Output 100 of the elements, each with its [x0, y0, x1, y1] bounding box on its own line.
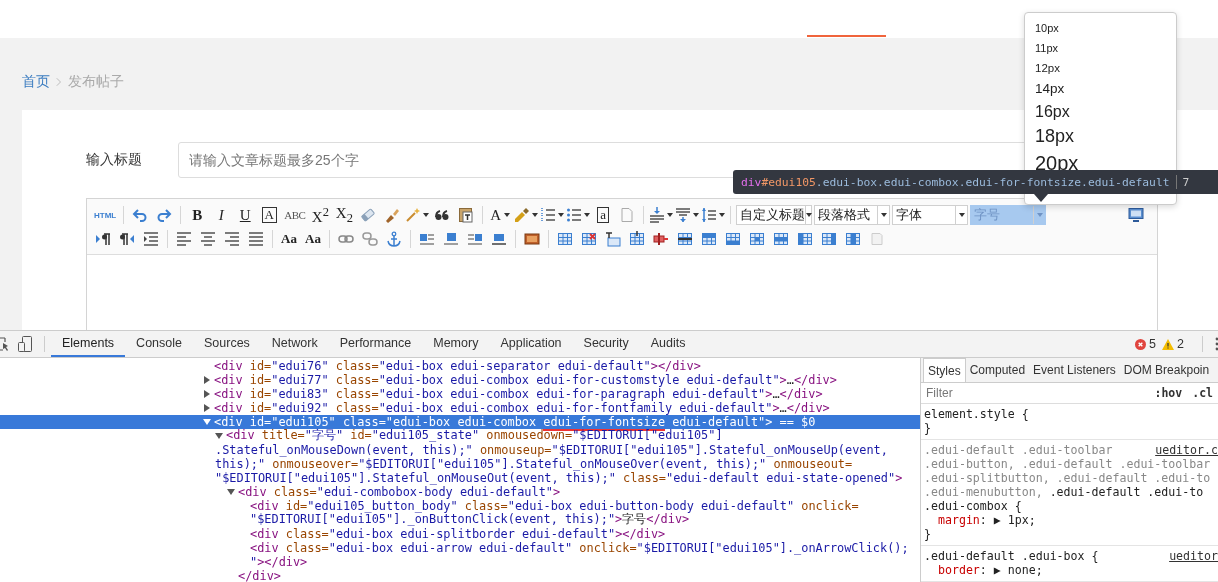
more-menu-icon[interactable] — [1215, 337, 1218, 351]
format-button[interactable]: I — [210, 205, 233, 225]
insert-row-icon[interactable] — [629, 231, 645, 247]
quote-icon[interactable] — [434, 207, 451, 223]
caret-icon[interactable] — [423, 213, 430, 217]
line-height-icon[interactable] — [701, 207, 718, 223]
insert-column-icon[interactable] — [677, 231, 693, 247]
breadcrumb-link[interactable]: 首页 — [22, 73, 50, 91]
selected-node-row[interactable]: <div id="edui105" class="edui-box edui-combox edui-for-fontsize edui-default"> == $0 — [0, 415, 920, 429]
delete-table-icon[interactable] — [581, 231, 597, 247]
disclosure-triangle-icon[interactable] — [227, 488, 235, 496]
broken-chain-icon[interactable] — [362, 231, 378, 247]
font-size-option[interactable]: 11px — [1025, 38, 1176, 58]
caret-icon[interactable] — [719, 213, 726, 217]
caret-icon[interactable] — [558, 213, 565, 217]
caret-icon[interactable] — [693, 213, 700, 217]
font-size-option[interactable]: 10px — [1025, 18, 1176, 38]
table-icon[interactable] — [797, 231, 813, 247]
caret-icon[interactable] — [532, 213, 539, 217]
delete-row-icon[interactable] — [653, 231, 669, 247]
picture-icon[interactable] — [524, 231, 540, 247]
css-line: .edui-menubutton, .edui-default .edui-to — [924, 485, 1204, 499]
format-button[interactable]: HTML — [92, 205, 119, 225]
format-button[interactable]: U — [234, 205, 257, 225]
tooltip-pointer — [1034, 194, 1048, 202]
format-button[interactable]: B — [186, 205, 209, 225]
styles-tab[interactable]: Computed — [965, 358, 1030, 382]
table-icon[interactable] — [749, 231, 765, 247]
align-left-icon[interactable] — [176, 231, 192, 247]
table-icon[interactable] — [773, 231, 789, 247]
style-toggle[interactable]: :hov — [1149, 386, 1188, 400]
align-right-icon[interactable] — [224, 231, 240, 247]
caret-icon[interactable] — [584, 213, 591, 217]
align-center-icon[interactable] — [200, 231, 216, 247]
warning-count[interactable]: 2 — [1177, 337, 1184, 351]
disclosure-triangle-icon[interactable] — [203, 418, 211, 426]
filter-field[interactable]: Filter — [921, 385, 1150, 401]
device-toolbar-icon[interactable] — [18, 336, 32, 352]
image-block-icon[interactable] — [443, 231, 459, 247]
monitor-icon[interactable] — [1128, 207, 1144, 223]
table-icon[interactable] — [845, 231, 861, 247]
devtools-tab[interactable]: Audits — [639, 331, 697, 357]
inspect-icon[interactable] — [0, 337, 8, 351]
toolbar-dropdown[interactable]: 段落格式 — [814, 205, 891, 225]
anchor-icon[interactable] — [386, 231, 402, 247]
styles-tab[interactable]: Event Listeners — [1029, 358, 1120, 382]
stylesheet-link[interactable]: ueditor — [1169, 549, 1218, 563]
devtools-tab[interactable]: Console — [125, 331, 193, 357]
devtools-tab[interactable]: Memory — [422, 331, 490, 357]
devtools-tab[interactable]: Sources — [193, 331, 261, 357]
table-icon[interactable] — [557, 231, 573, 247]
toolbar-dropdown[interactable]: 自定义标题 — [736, 205, 813, 225]
bullet-list-icon[interactable] — [566, 207, 583, 223]
table-icon[interactable] — [821, 231, 837, 247]
devtools-tab[interactable]: Application — [489, 331, 573, 357]
justify-icon[interactable] — [248, 231, 264, 247]
table-icon[interactable] — [701, 231, 717, 247]
clipboard-icon[interactable] — [458, 207, 475, 223]
caret-icon — [806, 213, 813, 217]
disclosure-triangle-icon[interactable] — [203, 390, 211, 398]
format-button[interactable]: X$^{2}$ — [309, 205, 332, 225]
table-icon[interactable] — [725, 231, 741, 247]
format-button[interactable]: ABC — [282, 205, 308, 225]
curved-arrow-icon[interactable] — [156, 207, 173, 223]
brush-icon[interactable] — [384, 207, 401, 223]
format-button[interactable]: Aa — [278, 229, 300, 249]
format-button[interactable]: A — [488, 205, 513, 225]
error-icon — [1135, 338, 1147, 350]
disclosure-triangle-icon[interactable] — [203, 376, 211, 384]
font-size-option[interactable]: 12px — [1025, 58, 1176, 78]
style-toggle[interactable]: .cl — [1187, 386, 1218, 400]
styles-tab[interactable]: Styles — [923, 358, 966, 382]
image-center-icon[interactable] — [491, 231, 507, 247]
indent-icon[interactable] — [143, 231, 159, 247]
stylesheet-link[interactable]: ueditor.c — [1155, 443, 1218, 457]
highlighter-icon[interactable] — [514, 207, 531, 223]
toolbar-dropdown[interactable]: 字体 — [892, 205, 969, 225]
format-button[interactable]: X$_{2}$ — [333, 205, 356, 225]
devtools-tab[interactable]: Security — [572, 331, 640, 357]
spacing-icon[interactable] — [675, 207, 692, 223]
disclosure-triangle-icon[interactable] — [215, 432, 223, 440]
numbered-list-icon[interactable] — [540, 207, 557, 223]
font-size-option[interactable]: 14px — [1025, 78, 1176, 99]
format-button[interactable]: a — [592, 205, 615, 225]
caret-icon[interactable] — [667, 213, 674, 217]
disclosure-triangle-icon[interactable] — [203, 404, 211, 412]
spacing-icon[interactable] — [649, 207, 666, 223]
devtools-tab[interactable]: Performance — [328, 331, 423, 357]
image-right-icon[interactable] — [467, 231, 483, 247]
font-size-option[interactable]: 16px — [1025, 99, 1176, 124]
error-count[interactable]: 5 — [1149, 337, 1157, 351]
curved-arrow-icon[interactable] — [132, 207, 149, 223]
devtools-tab[interactable]: Network — [260, 331, 329, 357]
css-line: .edui-button, .edui-default .edui-toolbar — [924, 457, 1211, 471]
image-left-icon[interactable] — [419, 231, 435, 247]
pilcrow-icon[interactable] — [119, 231, 135, 247]
pilcrow-icon[interactable] — [95, 231, 111, 247]
format-button[interactable]: Aa — [302, 229, 324, 249]
table-title-icon[interactable] — [605, 231, 621, 247]
styles-tab[interactable]: DOM Breakpoin — [1119, 358, 1214, 382]
